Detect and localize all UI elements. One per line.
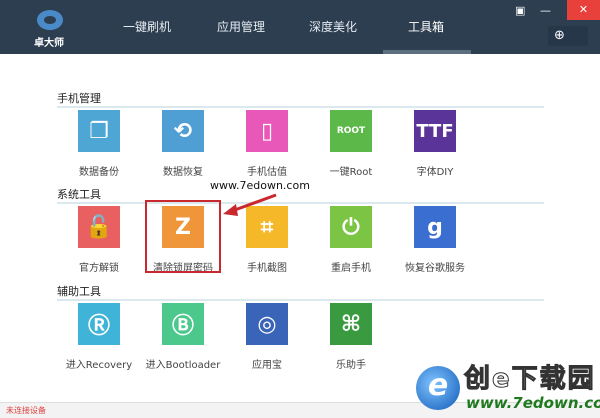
tool-item[interactable]: 🔓 官方解锁 bbox=[57, 206, 141, 274]
active-tab-indicator bbox=[383, 50, 471, 54]
tool-item[interactable]: ▯ 手机估值 bbox=[225, 110, 309, 178]
tool-icon: ⟲ bbox=[162, 110, 204, 152]
section-title: 系统工具 bbox=[57, 188, 101, 201]
connection-status: 未连接设备 bbox=[6, 406, 46, 415]
tool-icon: ⌘ bbox=[330, 303, 372, 345]
tool-label: 进入Bootloader bbox=[145, 360, 221, 371]
tool-item[interactable]: Ⓡ 进入Recovery bbox=[57, 303, 141, 371]
section-divider bbox=[57, 106, 544, 108]
tool-icon: ◎ bbox=[246, 303, 288, 345]
brand-name: 创e下载园 bbox=[464, 364, 596, 395]
tool-item[interactable]: ❐ 数据备份 bbox=[57, 110, 141, 178]
tool-label: 重启手机 bbox=[331, 263, 371, 274]
tool-item[interactable]: Ⓑ 进入Bootloader bbox=[141, 303, 225, 371]
tool-label: 数据备份 bbox=[79, 167, 119, 178]
tool-label: 进入Recovery bbox=[65, 360, 133, 371]
tool-label: 手机截图 bbox=[247, 263, 287, 274]
tool-item[interactable]: ⌘ 乐助手 bbox=[309, 303, 393, 371]
tool-label: 字体DIY bbox=[416, 167, 454, 178]
tool-label: 一键Root bbox=[329, 167, 373, 178]
tool-icon: Ⓑ bbox=[162, 303, 204, 345]
section-title: 手机管理 bbox=[57, 92, 101, 105]
tool-item[interactable]: ⏻ 重启手机 bbox=[309, 206, 393, 274]
logo-text: 卓大师 bbox=[34, 38, 64, 49]
tool-icon: ⏻ bbox=[330, 206, 372, 248]
tool-label: 官方解锁 bbox=[79, 263, 119, 274]
tool-icon: Ⓡ bbox=[78, 303, 120, 345]
tab-flash[interactable]: 一键刷机 bbox=[123, 18, 171, 35]
minimize-button[interactable]: — bbox=[540, 4, 551, 17]
tool-label: 手机估值 bbox=[247, 167, 287, 178]
tab-app-manage[interactable]: 应用管理 bbox=[217, 18, 265, 35]
tab-beautify[interactable]: 深度美化 bbox=[309, 18, 357, 35]
tool-item[interactable]: g 恢复谷歌服务 bbox=[393, 206, 477, 274]
section-title: 辅助工具 bbox=[57, 285, 101, 298]
tool-item[interactable]: ROOT 一键Root bbox=[309, 110, 393, 178]
tool-icon: 🔓 bbox=[78, 206, 120, 248]
ie-logo-icon: e bbox=[416, 366, 460, 410]
watermark-text: www.7edown.com bbox=[210, 179, 310, 192]
tool-icon: g bbox=[414, 206, 456, 248]
download-button[interactable]: ⊕ bbox=[548, 26, 588, 46]
tab-toolbox[interactable]: 工具箱 bbox=[408, 18, 444, 35]
close-button[interactable]: ✕ bbox=[567, 0, 600, 20]
tool-item[interactable]: ⟲ 数据恢复 bbox=[141, 110, 225, 178]
tool-item[interactable]: ◎ 应用宝 bbox=[225, 303, 309, 371]
title-bar: 卓大师 一键刷机 应用管理 深度美化 工具箱 ▣ — ✕ ⊕ bbox=[0, 0, 600, 54]
tool-label: 数据恢复 bbox=[163, 167, 203, 178]
restore-button[interactable]: ▣ bbox=[515, 4, 525, 17]
tool-label: 应用宝 bbox=[252, 360, 282, 371]
tool-item[interactable]: TTF 字体DIY bbox=[393, 110, 477, 178]
brand-watermark: e 创e下载园 www.7edown.com bbox=[416, 358, 600, 416]
section-divider bbox=[57, 299, 544, 301]
arrow-annotation bbox=[223, 193, 277, 216]
tool-label: 乐助手 bbox=[336, 360, 366, 371]
tool-icon: ROOT bbox=[330, 110, 372, 152]
tool-icon: TTF bbox=[414, 110, 456, 152]
tool-icon: ❐ bbox=[78, 110, 120, 152]
tool-icon: ▯ bbox=[246, 110, 288, 152]
highlight-box bbox=[145, 200, 221, 273]
brand-url: www.7edown.com bbox=[466, 394, 600, 412]
section-divider bbox=[57, 202, 544, 204]
tool-label: 恢复谷歌服务 bbox=[405, 263, 465, 274]
